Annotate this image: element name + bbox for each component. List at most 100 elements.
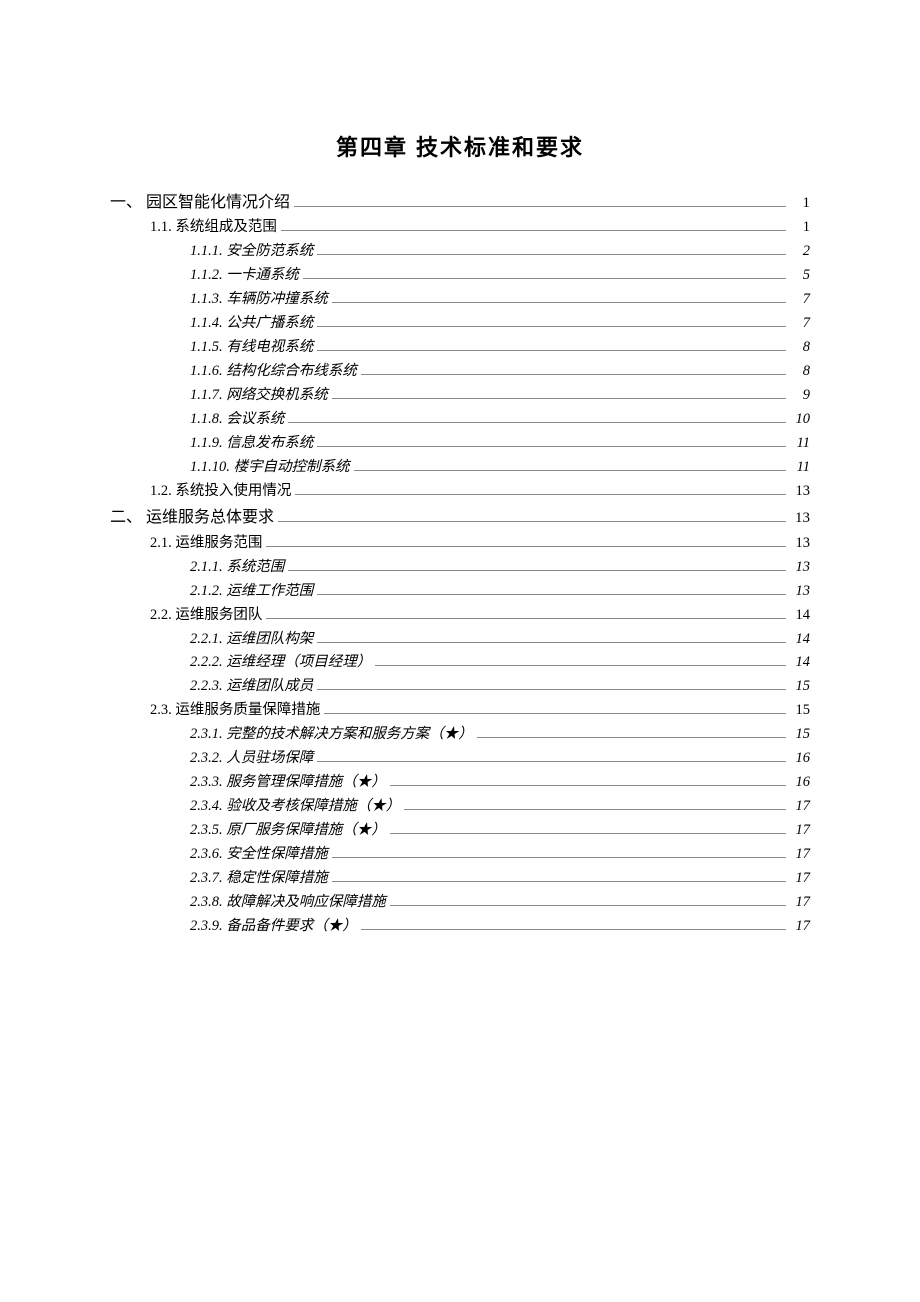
toc-entry: 2.1.1. 系统范围 13: [110, 556, 810, 580]
toc-entry-label: 1.1.1. 安全防范系统: [190, 240, 313, 264]
toc-entry: 2.3.3. 服务管理保障措施（★）16: [110, 771, 810, 795]
toc-entry-page: 7: [790, 312, 810, 336]
toc-entry: 2.2. 运维服务团队 14: [110, 604, 810, 628]
toc-leader-line: [303, 278, 786, 279]
toc-entry-page: 5: [790, 264, 810, 288]
toc-entry: 2.3.6. 安全性保障措施 17: [110, 843, 810, 867]
toc-entry-label: 2.3.6. 安全性保障措施: [190, 843, 328, 867]
toc-leader-line: [266, 618, 786, 619]
toc-entry: 1.1.2. 一卡通系统 5: [110, 264, 810, 288]
toc-entry-label: 1.1.3. 车辆防冲撞系统: [190, 288, 328, 312]
toc-leader-line: [317, 254, 786, 255]
toc-entry: 2.3. 运维服务质量保障措施15: [110, 699, 810, 723]
toc-entry-label: 1.1.4. 公共广播系统: [190, 312, 313, 336]
toc-entry-label: 2.3.5. 原厂服务保障措施（★）: [190, 819, 386, 843]
toc-entry-page: 11: [790, 432, 810, 456]
toc-entry-label: 2.2.2. 运维经理（项目经理）: [190, 651, 371, 675]
toc-entry-page: 17: [790, 843, 810, 867]
toc-leader-line: [332, 857, 786, 858]
toc-leader-line: [354, 470, 787, 471]
toc-entry-page: 17: [790, 915, 810, 939]
toc-entry-page: 9: [790, 384, 810, 408]
toc-entry-label: 1.1.8. 会议系统: [190, 408, 284, 432]
toc-entry-label: 1.1.10. 楼宇自动控制系统: [190, 456, 350, 480]
toc-entry-page: 2: [790, 240, 810, 264]
toc-entry-page: 8: [790, 336, 810, 360]
toc-leader-line: [375, 665, 786, 666]
toc-entry-label: 二、 运维服务总体要求: [110, 505, 274, 531]
toc-entry: 1.1. 系统组成及范围1: [110, 216, 810, 240]
toc-entry-label: 2.3.8. 故障解决及响应保障措施: [190, 891, 386, 915]
toc-leader-line: [332, 398, 786, 399]
toc-entry-label: 1.1.9. 信息发布系统: [190, 432, 313, 456]
toc-entry: 2.3.4. 验收及考核保障措施（★） 17: [110, 795, 810, 819]
toc-entry: 1.2. 系统投入使用情况13: [110, 480, 810, 504]
toc-entry-page: 7: [790, 288, 810, 312]
toc-entry-label: 2.3.4. 验收及考核保障措施（★）: [190, 795, 400, 819]
toc-leader-line: [390, 785, 786, 786]
toc-entry-label: 1.1. 系统组成及范围: [150, 216, 277, 240]
toc-leader-line: [266, 546, 786, 547]
toc-entry: 1.1.7. 网络交换机系统 9: [110, 384, 810, 408]
toc-entry-label: 一、 园区智能化情况介绍: [110, 190, 290, 216]
toc-entry-label: 2.3.3. 服务管理保障措施（★）: [190, 771, 386, 795]
toc-entry-label: 2.2. 运维服务团队: [150, 604, 262, 628]
toc-entry-page: 14: [790, 651, 810, 675]
chapter-title: 第四章 技术标准和要求: [110, 130, 810, 162]
toc-entry: 2.2.3. 运维团队成员15: [110, 675, 810, 699]
toc-leader-line: [390, 833, 786, 834]
toc-leader-line: [361, 374, 786, 375]
toc-entry: 二、 运维服务总体要求13: [110, 505, 810, 531]
toc-entry: 2.3.9. 备品备件要求（★） 17: [110, 915, 810, 939]
toc-entry: 2.3.5. 原厂服务保障措施（★） 17: [110, 819, 810, 843]
toc-entry-page: 17: [790, 819, 810, 843]
toc-leader-line: [317, 326, 786, 327]
toc-leader-line: [477, 737, 786, 738]
toc-entry-page: 15: [790, 675, 810, 699]
toc-entry-label: 2.3.7. 稳定性保障措施: [190, 867, 328, 891]
toc-entry-page: 17: [790, 891, 810, 915]
document-page: 第四章 技术标准和要求 一、 园区智能化情况介绍11.1. 系统组成及范围11.…: [0, 0, 920, 939]
toc-leader-line: [361, 929, 786, 930]
toc-leader-line: [317, 761, 786, 762]
toc-entry: 1.1.4. 公共广播系统 7: [110, 312, 810, 336]
toc-entry: 2.2.2. 运维经理（项目经理） 14: [110, 651, 810, 675]
toc-entry-page: 17: [790, 795, 810, 819]
toc-entry-page: 17: [790, 867, 810, 891]
toc-leader-line: [332, 881, 786, 882]
toc-entry: 2.1.2. 运维工作范围13: [110, 580, 810, 604]
toc-leader-line: [317, 350, 786, 351]
toc-entry-page: 13: [790, 556, 810, 580]
toc-leader-line: [295, 494, 786, 495]
toc-entry-page: 14: [790, 604, 810, 628]
toc-entry-page: 1: [790, 191, 810, 216]
toc-leader-line: [317, 642, 786, 643]
toc-leader-line: [317, 689, 786, 690]
toc-leader-line: [294, 206, 786, 207]
toc-entry: 2.3.8. 故障解决及响应保障措施 17: [110, 891, 810, 915]
toc-entry-page: 11: [790, 456, 810, 480]
toc-entry: 2.1. 运维服务范围13: [110, 532, 810, 556]
toc-entry: 1.1.3. 车辆防冲撞系统 7: [110, 288, 810, 312]
toc-entry-page: 15: [790, 723, 810, 747]
toc-leader-line: [281, 230, 786, 231]
toc-entry: 2.3.2. 人员驻场保障16: [110, 747, 810, 771]
toc-leader-line: [404, 809, 786, 810]
toc-entry-label: 1.1.7. 网络交换机系统: [190, 384, 328, 408]
toc-entry-page: 13: [790, 580, 810, 604]
toc-entry: 1.1.9. 信息发布系统 11: [110, 432, 810, 456]
toc-entry-label: 1.1.5. 有线电视系统: [190, 336, 313, 360]
toc-entry-label: 2.3.9. 备品备件要求（★）: [190, 915, 357, 939]
toc-entry-label: 2.1. 运维服务范围: [150, 532, 262, 556]
toc-leader-line: [317, 446, 786, 447]
toc-entry: 1.1.6. 结构化综合布线系统8: [110, 360, 810, 384]
toc-entry-label: 2.1.1. 系统范围: [190, 556, 284, 580]
toc-entry: 1.1.10. 楼宇自动控制系统 11: [110, 456, 810, 480]
toc-entry: 2.3.1. 完整的技术解决方案和服务方案（★） 15: [110, 723, 810, 747]
toc-leader-line: [278, 521, 786, 522]
toc-entry-label: 2.3.1. 完整的技术解决方案和服务方案（★）: [190, 723, 473, 747]
toc-entry: 2.2.1. 运维团队构架14: [110, 628, 810, 652]
toc-entry-label: 1.1.2. 一卡通系统: [190, 264, 299, 288]
toc-entry-label: 2.2.1. 运维团队构架: [190, 628, 313, 652]
toc-entry-page: 10: [790, 408, 810, 432]
